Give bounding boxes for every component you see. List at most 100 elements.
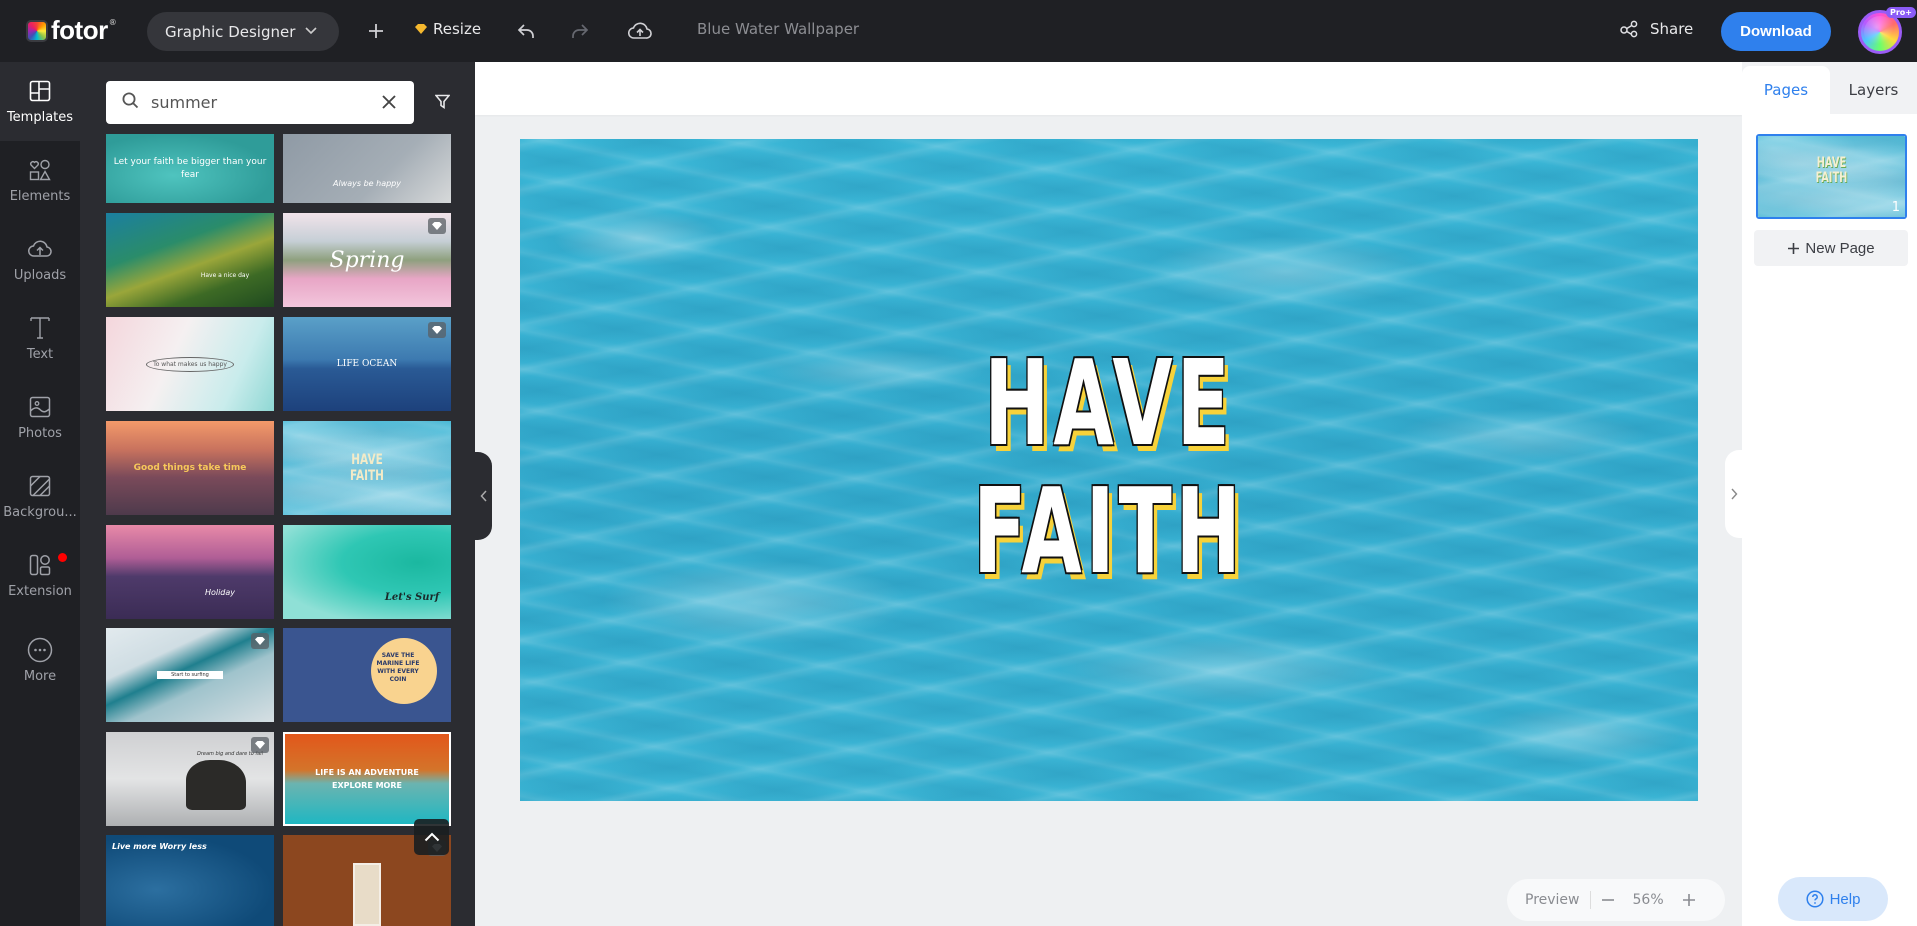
sidebar-item-label: Templates — [6, 110, 74, 125]
search-icon — [122, 92, 139, 113]
new-page-label: New Page — [1805, 239, 1875, 257]
pro-plus-badge: Pro+ — [1886, 7, 1917, 18]
template-caption: Good things take time — [133, 463, 247, 473]
help-label: Help — [1829, 890, 1861, 908]
template-card[interactable]: HAVE FAITH — [283, 421, 451, 515]
premium-diamond-icon — [251, 737, 269, 753]
filter-icon[interactable] — [434, 94, 451, 113]
template-card[interactable]: Start to surfing — [106, 628, 274, 722]
page-number: 1 — [1891, 200, 1900, 215]
sidebar-item-label: Extension — [8, 584, 72, 599]
tab-layers[interactable]: Layers — [1830, 66, 1917, 114]
rock-shape — [186, 760, 246, 810]
cloud-upload-icon — [27, 236, 53, 262]
premium-diamond-icon — [428, 218, 446, 234]
zoom-in-icon[interactable] — [1682, 888, 1696, 912]
design-canvas[interactable]: HAVE FAITH — [520, 139, 1698, 801]
sidebar-item-templates[interactable]: Templates — [0, 62, 80, 141]
image-icon — [27, 394, 53, 420]
registered-mark: ® — [108, 18, 117, 27]
sidebar-item-elements[interactable]: Elements — [0, 141, 80, 220]
thumbnail-line-1: HAVE — [1816, 155, 1847, 171]
template-caption: Live more Worry less — [112, 842, 207, 851]
sidebar-item-uploads[interactable]: Uploads — [0, 220, 80, 299]
background-icon — [27, 473, 53, 499]
template-caption: LIFE OCEAN — [336, 359, 398, 369]
sidebar-item-more[interactable]: More — [0, 615, 80, 705]
template-card[interactable]: LIFE OCEAN — [283, 317, 451, 411]
template-card[interactable]: To what makes us happy — [106, 317, 274, 411]
zoom-out-icon[interactable] — [1601, 888, 1615, 912]
add-icon[interactable] — [362, 17, 390, 45]
template-card[interactable]: LIFE IS AN ADVENTURE EXPLORE MORE — [283, 732, 451, 826]
sidebar-item-label: Text — [26, 347, 54, 362]
role-dropdown[interactable]: Graphic Designer — [147, 12, 339, 51]
sidebar-item-text[interactable]: Text — [0, 299, 80, 378]
tab-pages[interactable]: Pages — [1742, 66, 1830, 114]
template-card[interactable]: Good things take time — [106, 421, 274, 515]
chevron-left-icon — [479, 490, 487, 502]
templates-panel: Let your faith be bigger than your fear … — [80, 62, 475, 926]
template-card[interactable]: Always be happy — [283, 134, 451, 203]
fotor-logo[interactable]: fotor ® — [26, 15, 117, 46]
divider — [1589, 891, 1591, 909]
resize-button[interactable]: Resize — [415, 20, 481, 38]
chevron-up-icon — [424, 832, 439, 842]
thumbnail-line-2: FAITH — [1815, 170, 1848, 186]
share-button[interactable]: Share — [1620, 20, 1693, 38]
sidebar-item-label: Uploads — [13, 268, 67, 283]
cloud-save-icon[interactable] — [626, 17, 654, 45]
template-caption: SAVE THE MARINE LIFE WITH EVERY COIN — [376, 652, 420, 683]
collapse-panel-button[interactable] — [475, 452, 492, 540]
premium-diamond-icon — [415, 24, 427, 34]
headline-line-1: HAVE — [984, 334, 1234, 472]
new-page-button[interactable]: New Page — [1754, 230, 1908, 266]
right-panel-tabs: Pages Layers — [1742, 62, 1917, 114]
template-caption: HAVE FAITH — [350, 452, 384, 484]
template-caption: LIFE IS AN ADVENTURE EXPLORE MORE — [315, 768, 419, 790]
zoom-level: 56% — [1632, 892, 1664, 908]
sidebar-nav: Templates Elements Uploads Text Photos B… — [0, 62, 80, 926]
template-card[interactable]: Have a nice day — [106, 213, 274, 307]
redo-icon[interactable] — [566, 17, 594, 45]
template-caption: Start to surfing — [157, 671, 223, 679]
template-card[interactable]: Spring — [283, 213, 451, 307]
sidebar-item-backgrounds[interactable]: Backgrou... — [0, 457, 80, 536]
template-search — [106, 81, 414, 124]
template-card[interactable]: SAVE THE MARINE LIFE WITH EVERY COIN — [283, 628, 451, 722]
template-card[interactable]: Let your faith be bigger than your fear — [106, 134, 274, 203]
chevron-down-icon — [305, 25, 317, 38]
fotor-logo-icon — [26, 19, 48, 42]
search-input[interactable] — [151, 93, 351, 112]
premium-diamond-icon — [251, 633, 269, 649]
share-icon — [1620, 20, 1638, 38]
page-thumbnail[interactable]: HAVE FAITH 1 — [1756, 134, 1907, 219]
text-icon — [27, 315, 53, 341]
sidebar-item-label: Backgrou... — [3, 505, 77, 520]
clear-search-icon[interactable] — [380, 93, 398, 115]
template-caption: Let's Surf — [384, 591, 440, 603]
photo-strip — [353, 863, 381, 926]
template-card[interactable]: Dream big and dare to fail — [106, 732, 274, 826]
template-card[interactable]: Live more Worry less — [106, 835, 274, 926]
thumbnail-text: HAVE FAITH — [1780, 156, 1883, 186]
headline-text[interactable]: HAVE FAITH — [720, 339, 1497, 595]
layout-icon — [27, 78, 53, 104]
help-icon — [1806, 890, 1824, 908]
extension-icon — [27, 552, 53, 578]
help-button[interactable]: Help — [1778, 877, 1888, 921]
sidebar-item-extension[interactable]: Extension — [0, 536, 80, 615]
chevron-right-icon — [1730, 488, 1737, 500]
expand-right-panel-button[interactable] — [1725, 450, 1742, 538]
sidebar-item-photos[interactable]: Photos — [0, 378, 80, 457]
sidebar-item-label: More — [23, 668, 57, 684]
template-card[interactable]: Holiday — [106, 525, 274, 619]
document-title[interactable]: Blue Water Wallpaper — [697, 20, 859, 38]
template-card[interactable]: Let's Surf — [283, 525, 451, 619]
preview-button[interactable]: Preview — [1525, 892, 1580, 908]
scroll-to-top-button[interactable] — [414, 819, 449, 855]
download-button[interactable]: Download — [1721, 12, 1831, 51]
undo-icon[interactable] — [512, 17, 540, 45]
template-caption: Have a nice day — [200, 271, 250, 279]
canvas-toolbar — [475, 62, 1742, 115]
